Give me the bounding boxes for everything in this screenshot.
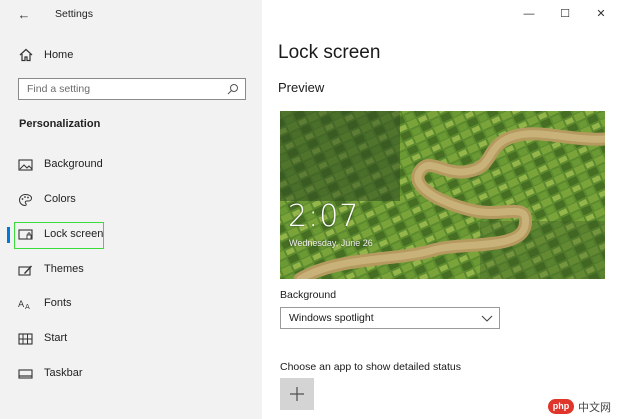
background-label: Background: [280, 289, 337, 301]
maximize-button[interactable]: ☐: [547, 5, 583, 23]
sidebar-item-taskbar[interactable]: Taskbar: [0, 359, 262, 389]
taskbar-icon: [18, 369, 33, 379]
sidebar-item-background[interactable]: Background: [0, 150, 262, 180]
sidebar-item-label: Taskbar: [44, 367, 83, 379]
close-button[interactable]: ✕: [583, 5, 619, 23]
sidebar-item-label: Themes: [44, 263, 84, 275]
preview-heading: Preview: [278, 80, 325, 95]
back-button[interactable]: ←: [14, 6, 34, 24]
sidebar-item-themes[interactable]: Themes: [0, 255, 262, 285]
watermark-text: 中文网: [578, 401, 611, 414]
minimize-button[interactable]: —: [511, 5, 547, 23]
watermark: php 中文网: [548, 398, 626, 416]
add-app-button[interactable]: [280, 378, 314, 410]
sidebar-item-colors[interactable]: Colors: [0, 185, 262, 215]
fonts-icon: A A: [18, 300, 30, 311]
title-bar: ← Settings: [0, 0, 262, 30]
search-input[interactable]: Find a setting: [18, 78, 246, 100]
svg-text:A: A: [18, 300, 25, 310]
plus-icon: [290, 387, 304, 401]
background-dropdown-value: Windows spotlight: [289, 312, 374, 324]
watermark-badge: php: [548, 399, 574, 414]
svg-text:A: A: [25, 303, 30, 311]
chevron-down-icon: [481, 315, 493, 322]
page-title: Lock screen: [278, 42, 381, 63]
detailed-status-label: Choose an app to show detailed status: [280, 361, 461, 373]
app-title: Settings: [55, 8, 93, 20]
start-menu-icon: [18, 333, 33, 345]
sidebar-item-label: Start: [44, 332, 68, 344]
lock-screen-time: 2:07: [288, 199, 360, 234]
active-indicator: [7, 227, 10, 243]
sidebar-item-fonts[interactable]: A A Fonts: [0, 289, 262, 319]
lock-screen-date: Wednesday, June 26: [289, 238, 373, 248]
palette-icon: [18, 193, 33, 207]
section-title: Personalization: [19, 118, 101, 130]
home-nav-item[interactable]: Home: [18, 46, 218, 64]
lock-screen-preview: 2:07 Wednesday, June 26: [280, 111, 605, 279]
brush-icon: [18, 265, 32, 276]
sidebar-item-label: Background: [44, 158, 103, 170]
window-controls: — ☐ ✕: [511, 5, 619, 23]
home-label: Home: [44, 49, 74, 61]
sidebar-item-start[interactable]: Start: [0, 324, 262, 354]
sidebar-item-label: Colors: [44, 193, 76, 205]
selection-highlight-box: [14, 222, 104, 249]
background-dropdown[interactable]: Windows spotlight: [280, 307, 500, 329]
home-icon: [19, 48, 33, 62]
aerial-landscape-image: [280, 111, 605, 279]
picture-icon: [18, 159, 33, 171]
search-placeholder: Find a setting: [27, 83, 91, 95]
search-icon: [227, 84, 238, 95]
sidebar: ← Settings Home Find a setting Personali…: [0, 0, 262, 419]
sidebar-item-label: Fonts: [44, 297, 72, 309]
